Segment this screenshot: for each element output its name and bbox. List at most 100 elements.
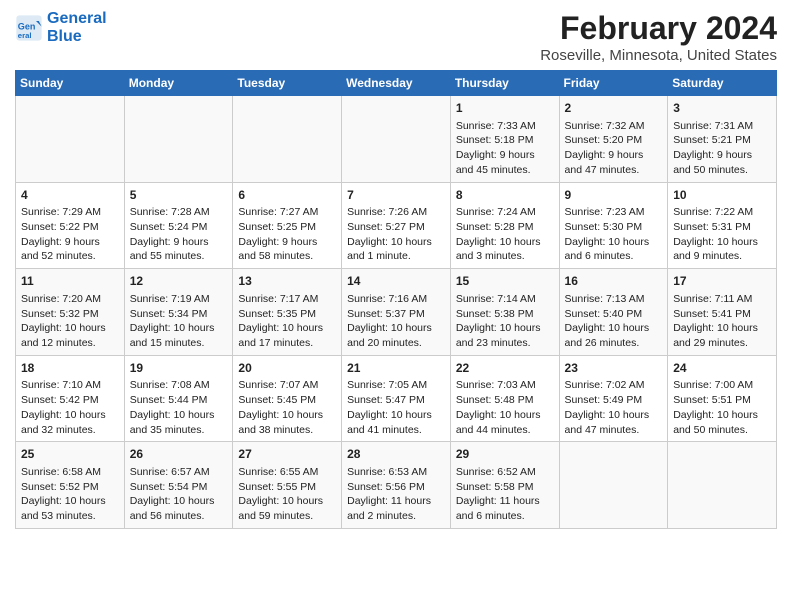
day-info: Daylight: 10 hours and 6 minutes. xyxy=(565,235,663,264)
day-info: Sunset: 5:55 PM xyxy=(238,480,336,495)
column-header-saturday: Saturday xyxy=(668,71,777,96)
day-number: 28 xyxy=(347,446,445,463)
day-info: Sunset: 5:30 PM xyxy=(565,220,663,235)
day-info: Sunrise: 7:00 AM xyxy=(673,378,771,393)
day-number: 15 xyxy=(456,273,554,290)
calendar-cell: 7Sunrise: 7:26 AMSunset: 5:27 PMDaylight… xyxy=(342,182,451,269)
calendar-cell: 12Sunrise: 7:19 AMSunset: 5:34 PMDayligh… xyxy=(124,269,233,356)
day-info: Sunrise: 7:05 AM xyxy=(347,378,445,393)
day-info: Daylight: 10 hours and 23 minutes. xyxy=(456,321,554,350)
calendar-cell xyxy=(233,96,342,183)
day-number: 20 xyxy=(238,360,336,377)
day-info: Sunset: 5:24 PM xyxy=(130,220,228,235)
day-info: Daylight: 10 hours and 59 minutes. xyxy=(238,494,336,523)
week-row-4: 18Sunrise: 7:10 AMSunset: 5:42 PMDayligh… xyxy=(16,355,777,442)
day-info: Daylight: 10 hours and 29 minutes. xyxy=(673,321,771,350)
day-number: 19 xyxy=(130,360,228,377)
day-info: Sunrise: 6:52 AM xyxy=(456,465,554,480)
day-info: Daylight: 10 hours and 20 minutes. xyxy=(347,321,445,350)
column-header-friday: Friday xyxy=(559,71,668,96)
day-number: 7 xyxy=(347,187,445,204)
day-number: 10 xyxy=(673,187,771,204)
day-info: Sunrise: 7:32 AM xyxy=(565,119,663,134)
column-header-thursday: Thursday xyxy=(450,71,559,96)
day-info: Sunrise: 7:26 AM xyxy=(347,205,445,220)
day-info: Sunrise: 7:13 AM xyxy=(565,292,663,307)
day-info: Daylight: 10 hours and 9 minutes. xyxy=(673,235,771,264)
subtitle: Roseville, Minnesota, United States xyxy=(540,47,777,64)
day-info: Daylight: 10 hours and 44 minutes. xyxy=(456,408,554,437)
day-number: 25 xyxy=(21,446,119,463)
day-info: Sunrise: 7:10 AM xyxy=(21,378,119,393)
day-info: Sunset: 5:40 PM xyxy=(565,307,663,322)
day-info: Sunset: 5:32 PM xyxy=(21,307,119,322)
calendar-cell: 15Sunrise: 7:14 AMSunset: 5:38 PMDayligh… xyxy=(450,269,559,356)
day-info: Daylight: 10 hours and 12 minutes. xyxy=(21,321,119,350)
day-number: 24 xyxy=(673,360,771,377)
calendar-cell: 18Sunrise: 7:10 AMSunset: 5:42 PMDayligh… xyxy=(16,355,125,442)
day-info: Sunrise: 7:23 AM xyxy=(565,205,663,220)
calendar-cell: 11Sunrise: 7:20 AMSunset: 5:32 PMDayligh… xyxy=(16,269,125,356)
day-info: Sunset: 5:34 PM xyxy=(130,307,228,322)
calendar-cell: 13Sunrise: 7:17 AMSunset: 5:35 PMDayligh… xyxy=(233,269,342,356)
svg-text:Gen: Gen xyxy=(18,21,36,31)
day-number: 5 xyxy=(130,187,228,204)
calendar-cell: 22Sunrise: 7:03 AMSunset: 5:48 PMDayligh… xyxy=(450,355,559,442)
day-info: Sunset: 5:25 PM xyxy=(238,220,336,235)
column-header-tuesday: Tuesday xyxy=(233,71,342,96)
day-info: Daylight: 9 hours and 45 minutes. xyxy=(456,148,554,177)
day-number: 16 xyxy=(565,273,663,290)
day-info: Sunset: 5:28 PM xyxy=(456,220,554,235)
day-info: Sunrise: 7:16 AM xyxy=(347,292,445,307)
day-number: 22 xyxy=(456,360,554,377)
week-row-5: 25Sunrise: 6:58 AMSunset: 5:52 PMDayligh… xyxy=(16,442,777,529)
day-info: Sunrise: 7:31 AM xyxy=(673,119,771,134)
day-number: 21 xyxy=(347,360,445,377)
logo-icon: Gen eral xyxy=(15,14,43,42)
day-info: Sunrise: 7:08 AM xyxy=(130,378,228,393)
day-info: Sunset: 5:27 PM xyxy=(347,220,445,235)
column-header-wednesday: Wednesday xyxy=(342,71,451,96)
day-info: Sunrise: 7:27 AM xyxy=(238,205,336,220)
day-number: 14 xyxy=(347,273,445,290)
day-info: Sunset: 5:56 PM xyxy=(347,480,445,495)
day-info: Daylight: 10 hours and 50 minutes. xyxy=(673,408,771,437)
day-info: Daylight: 9 hours and 52 minutes. xyxy=(21,235,119,264)
calendar-cell xyxy=(342,96,451,183)
day-info: Daylight: 10 hours and 26 minutes. xyxy=(565,321,663,350)
main-title: February 2024 xyxy=(540,10,777,47)
calendar-cell: 25Sunrise: 6:58 AMSunset: 5:52 PMDayligh… xyxy=(16,442,125,529)
day-number: 4 xyxy=(21,187,119,204)
day-info: Daylight: 10 hours and 56 minutes. xyxy=(130,494,228,523)
day-info: Sunrise: 6:58 AM xyxy=(21,465,119,480)
calendar-cell: 1Sunrise: 7:33 AMSunset: 5:18 PMDaylight… xyxy=(450,96,559,183)
calendar-cell: 8Sunrise: 7:24 AMSunset: 5:28 PMDaylight… xyxy=(450,182,559,269)
day-info: Sunset: 5:44 PM xyxy=(130,393,228,408)
day-info: Daylight: 10 hours and 15 minutes. xyxy=(130,321,228,350)
day-number: 17 xyxy=(673,273,771,290)
day-info: Sunset: 5:22 PM xyxy=(21,220,119,235)
day-info: Sunset: 5:51 PM xyxy=(673,393,771,408)
day-info: Daylight: 10 hours and 1 minute. xyxy=(347,235,445,264)
day-info: Sunset: 5:41 PM xyxy=(673,307,771,322)
column-header-sunday: Sunday xyxy=(16,71,125,96)
day-info: Sunrise: 7:19 AM xyxy=(130,292,228,307)
day-info: Sunrise: 7:33 AM xyxy=(456,119,554,134)
logo: Gen eral General Blue xyxy=(15,10,107,45)
day-info: Sunrise: 7:02 AM xyxy=(565,378,663,393)
calendar-cell: 24Sunrise: 7:00 AMSunset: 5:51 PMDayligh… xyxy=(668,355,777,442)
day-number: 1 xyxy=(456,100,554,117)
calendar-cell: 14Sunrise: 7:16 AMSunset: 5:37 PMDayligh… xyxy=(342,269,451,356)
calendar-cell: 6Sunrise: 7:27 AMSunset: 5:25 PMDaylight… xyxy=(233,182,342,269)
day-info: Sunset: 5:45 PM xyxy=(238,393,336,408)
day-info: Sunrise: 7:14 AM xyxy=(456,292,554,307)
day-info: Sunset: 5:49 PM xyxy=(565,393,663,408)
day-number: 3 xyxy=(673,100,771,117)
calendar-cell: 27Sunrise: 6:55 AMSunset: 5:55 PMDayligh… xyxy=(233,442,342,529)
day-info: Daylight: 9 hours and 55 minutes. xyxy=(130,235,228,264)
day-info: Sunrise: 7:17 AM xyxy=(238,292,336,307)
calendar-cell xyxy=(668,442,777,529)
day-info: Daylight: 10 hours and 32 minutes. xyxy=(21,408,119,437)
day-info: Sunrise: 7:20 AM xyxy=(21,292,119,307)
week-row-2: 4Sunrise: 7:29 AMSunset: 5:22 PMDaylight… xyxy=(16,182,777,269)
